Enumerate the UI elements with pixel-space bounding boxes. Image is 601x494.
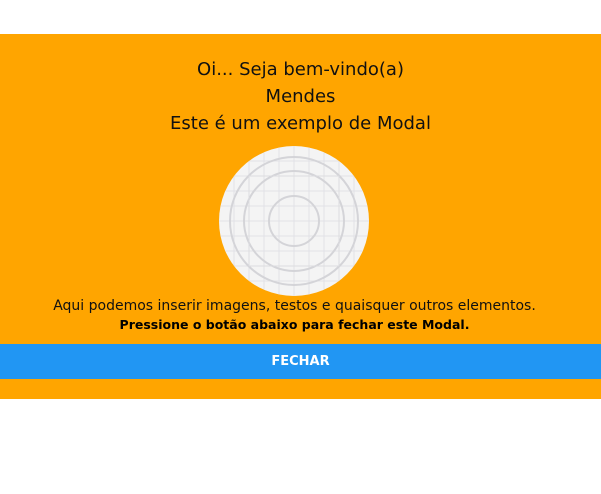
modal-subtitle: Este é um exemplo de Modal	[170, 113, 431, 134]
greeting-title: Oi... Seja bem-vindo(a)	[197, 59, 404, 80]
modal-instruction: Pressione o botão abaixo para fechar est…	[119, 317, 470, 332]
image-placeholder-icon	[219, 146, 369, 296]
close-button[interactable]: FECHAR	[0, 344, 601, 379]
modal-dialog: Oi... Seja bem-vindo(a) Mendes Este é um…	[0, 34, 601, 399]
user-name: Mendes	[265, 86, 336, 107]
modal-description: Aqui podemos inserir imagens, testos e q…	[53, 298, 536, 314]
